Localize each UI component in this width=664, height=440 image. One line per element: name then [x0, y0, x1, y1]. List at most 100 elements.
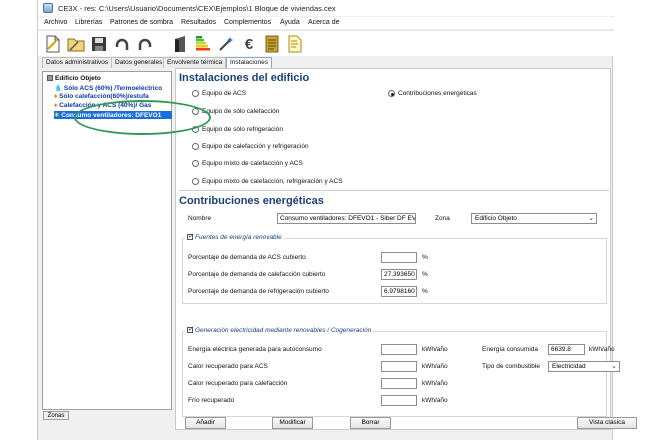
undo-icon[interactable]: [112, 34, 132, 54]
building-node-icon: [47, 75, 53, 81]
fuentes-checkbox[interactable]: [187, 232, 193, 240]
zona-select-value: Edificio Objeto: [475, 215, 517, 222]
tipo-combustible-select[interactable]: Electricidad ⌄: [548, 361, 620, 372]
calor-acs-input[interactable]: [381, 361, 417, 372]
title-bar: CE3X - res: C:\Users\Usuario\Documents\C…: [38, 0, 614, 16]
percent-unit: %: [422, 254, 428, 261]
acs-percent-input[interactable]: [381, 252, 417, 263]
label-solo-calefaccion: Equipo de sólo calefacción: [202, 108, 280, 115]
autoconsumo-input[interactable]: [381, 344, 417, 355]
label-calefaccion-refrigeracion: Equipo de calefacción y refrigeración: [202, 143, 309, 150]
section-divider: [179, 190, 609, 191]
frio-recuperado-input[interactable]: [381, 395, 417, 406]
tab-envolvente-termica[interactable]: Envolvente térmica: [163, 57, 227, 68]
generacion-row-label: Energía eléctrica generada para autocons…: [188, 346, 322, 353]
tree-root[interactable]: Edificio Objeto: [47, 75, 101, 82]
fan-icon: ✶: [54, 112, 60, 119]
menu-bar: Archivo Librerías Patrones de sombra Res…: [38, 17, 614, 29]
menu-archivo[interactable]: Archivo: [44, 19, 67, 26]
toolbar: €: [38, 30, 614, 56]
fuentes-row-label: Porcentaje de demanda de refrigeración c…: [188, 288, 329, 295]
save-disk-icon[interactable]: [89, 34, 109, 54]
label-equipo-acs: Equipo de ACS: [202, 90, 247, 97]
instalaciones-heading: Instalaciones del edificio: [179, 72, 310, 84]
kwh-unit: kWh/año: [422, 397, 448, 404]
kwh-unit: kWh/año: [422, 346, 448, 353]
zonas-button[interactable]: Zonas: [43, 411, 69, 420]
zona-select[interactable]: Edificio Objeto ⌄: [471, 213, 597, 224]
modify-button[interactable]: Modificar: [272, 417, 313, 429]
tab-datos-generales[interactable]: Datos generales: [111, 57, 167, 68]
label-mixto-calefaccion-acs: Equipo mixto de calefacción y ACS: [202, 160, 303, 167]
chevron-down-icon: ⌄: [611, 363, 617, 370]
window-title: CE3X - res: C:\Users\Usuario\Documents\C…: [58, 4, 336, 13]
euro-icon[interactable]: €: [239, 34, 259, 54]
energia-unit: kWh/año: [589, 346, 615, 353]
menu-librerias[interactable]: Librerías: [75, 19, 102, 26]
menu-ayuda[interactable]: Ayuda: [280, 19, 300, 26]
kwh-unit: kWh/año: [422, 380, 448, 387]
new-document-icon[interactable]: [43, 34, 63, 54]
tree-item-solo-acs[interactable]: 💧 Sólo ACS (60%) /Termoeléctrico: [54, 84, 172, 92]
generacion-checkbox[interactable]: [187, 325, 193, 333]
radio-equipo-acs[interactable]: [192, 90, 199, 97]
building-icon[interactable]: [170, 34, 190, 54]
certificate-icon[interactable]: [285, 34, 305, 54]
radio-contribuciones-energeticas[interactable]: [388, 90, 395, 97]
radio-calefaccion-refrigeracion[interactable]: [192, 143, 199, 150]
generacion-title[interactable]: Generación electricidad mediante renovab…: [185, 325, 374, 334]
kwh-unit: kWh/año: [422, 363, 448, 370]
tree-root-label: Edificio Objeto: [55, 75, 101, 82]
tab-bar: Datos administrativos Datos generales En…: [38, 57, 614, 68]
chevron-down-icon: ⌄: [588, 215, 594, 222]
tipo-combustible-label: Tipo de combustible: [482, 363, 540, 370]
tree-item-solo-calefaccion[interactable]: ♦ Sólo calefacción(60%)/estufa: [54, 93, 172, 100]
nombre-input[interactable]: Consumo ventiladores: DFEVO1 - Siber DF …: [277, 213, 416, 224]
tab-instalaciones[interactable]: Instalaciones: [226, 57, 272, 68]
energia-consumida-input[interactable]: 6639.8: [548, 344, 585, 355]
percent-unit: %: [422, 288, 428, 295]
menu-complementos[interactable]: Complementos: [224, 19, 271, 26]
tools-wand-icon[interactable]: [216, 34, 236, 54]
menu-resultados[interactable]: Resultados: [181, 19, 216, 26]
main-panel: Instalaciones del edificio Equipo de ACS…: [175, 68, 637, 430]
fuentes-title[interactable]: Fuentes de energía renovable: [185, 232, 284, 241]
classic-view-button[interactable]: Vista clásica: [577, 417, 637, 429]
generacion-row-label: Calor recuperado para calefacción: [188, 380, 288, 387]
radio-mixto-calef-refrig-acs[interactable]: [192, 178, 199, 185]
redo-icon[interactable]: [135, 34, 155, 54]
add-button[interactable]: Añadir: [185, 417, 226, 429]
menu-patrones-sombra[interactable]: Patrones de sombra: [110, 19, 173, 26]
highlight-annotation: [74, 100, 211, 135]
app-window: CE3X - res: C:\Users\Usuario\Documents\C…: [37, 0, 637, 440]
flame-drop-icon: ♦: [54, 102, 58, 109]
tree-item-label: Sólo calefacción(60%)/estufa: [59, 93, 149, 100]
calor-calefaccion-input[interactable]: [381, 378, 417, 389]
tree-item-label: Sólo ACS (60%) /Termoeléctrico: [63, 85, 163, 92]
generacion-row-label: Calor recuperado para ACS: [188, 363, 268, 370]
zona-label: Zona: [435, 215, 450, 222]
report-icon[interactable]: [262, 34, 282, 54]
combustible-select-value: Electricidad: [552, 363, 586, 370]
open-folder-icon[interactable]: [66, 34, 86, 54]
label-contribuciones-energeticas: Contribuciones energéticas: [398, 90, 477, 97]
tab-datos-administrativos[interactable]: Datos administrativos: [42, 57, 113, 68]
percent-unit: %: [422, 271, 428, 278]
generacion-title-text: Generación electricidad mediante renovab…: [195, 327, 372, 334]
fuentes-row-label: Porcentaje de demanda de ACS cubierto: [188, 254, 306, 261]
contribuciones-heading: Contribuciones energéticas: [179, 195, 324, 207]
calefaccion-percent-input[interactable]: 27.393650: [381, 269, 417, 280]
water-drop-icon: 💧: [54, 85, 63, 92]
energia-consumida-label: Energía consumida: [482, 346, 539, 353]
energy-rating-icon[interactable]: [193, 34, 213, 54]
label-solo-refrigeracion: Equipo de sólo refrigeración: [202, 126, 283, 133]
refrigeracion-percent-input[interactable]: 6.9798160: [381, 286, 417, 297]
fuentes-title-text: Fuentes de energía renovable: [195, 234, 282, 241]
fuentes-row-label: Porcentaje de demanda de calefacción cub…: [188, 271, 326, 278]
flame-icon: ♦: [54, 93, 58, 100]
generacion-row-label: Frío recuperado: [188, 397, 235, 404]
delete-button[interactable]: Borrar: [350, 417, 391, 429]
menu-acerca-de[interactable]: Acerca de: [308, 19, 340, 26]
nombre-label: Nombre: [188, 215, 212, 222]
radio-mixto-calefaccion-acs[interactable]: [192, 160, 199, 167]
